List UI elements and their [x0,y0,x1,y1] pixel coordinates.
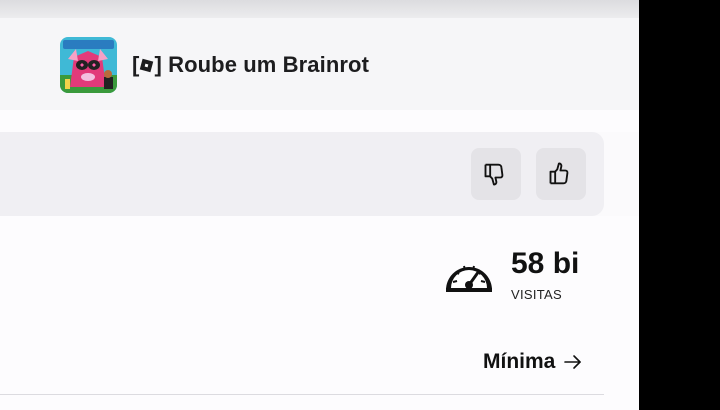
speedometer-icon [446,265,492,292]
top-strip [0,0,639,18]
game-title[interactable]: [] Roube um Brainrot [132,52,369,78]
visits-value: 58 bi [511,247,580,280]
minima-link-label: Mínima [483,350,556,373]
vote-panel [0,132,604,216]
game-title-text: Roube um Brainrot [168,52,370,77]
roblox-logo-icon: [] [132,52,162,77]
dislike-button[interactable] [471,148,521,200]
thumbs-down-icon [484,163,504,186]
stats-section: 58 bi VISITAS Mínima [0,216,639,410]
game-header: [] Roube um Brainrot [0,18,639,110]
arrow-right-icon [564,355,582,369]
side-black-bar [639,0,720,410]
game-thumbnail[interactable] [60,37,117,93]
like-button[interactable] [536,148,586,200]
minima-link[interactable]: Mínima [483,350,583,374]
thumbs-up-icon [549,162,569,185]
app-screen: [] Roube um Brainrot 58 bi VISITAS Mínim… [0,0,639,410]
visits-label: VISITAS [511,287,562,302]
section-divider [0,394,604,395]
section-gap [0,110,639,132]
